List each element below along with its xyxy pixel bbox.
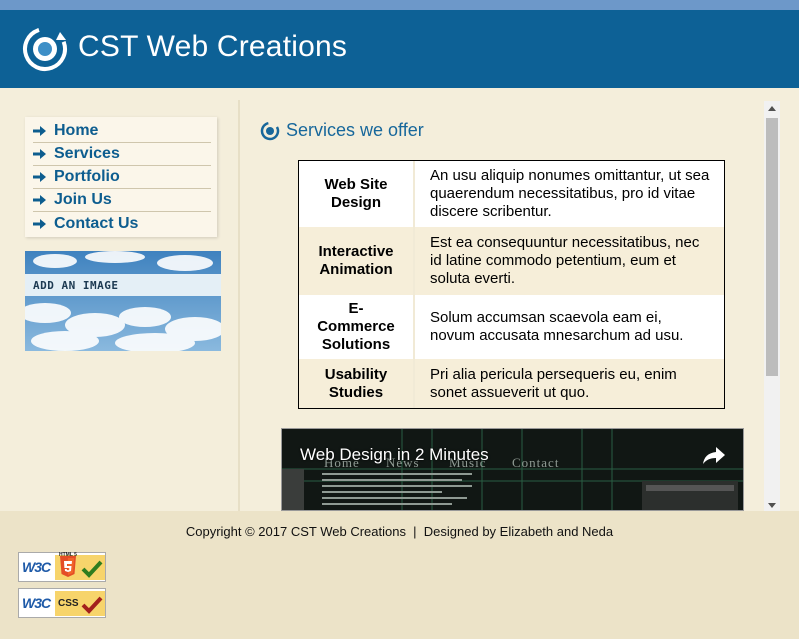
scrollbar-thumb[interactable] (766, 118, 778, 376)
video-title[interactable]: Web Design in 2 Minutes (300, 445, 489, 465)
nav-label: Join Us (54, 191, 112, 208)
nav-item-portfolio[interactable]: Portfolio (33, 166, 211, 189)
arrow-right-icon (33, 195, 46, 205)
sidebar-nav: Home Services Portfolio Join Us Contact … (25, 117, 217, 237)
ad-banner: ADD AN IMAGE (25, 274, 221, 296)
table-row: E-Commerce Solutions Solum accumsan scae… (299, 295, 724, 359)
badge-block: CSS (55, 591, 105, 616)
badge-block (55, 555, 105, 580)
nav-item-home[interactable]: Home (33, 120, 211, 143)
w3c-logo-text: W3C (22, 595, 51, 611)
site-logo-icon (23, 27, 67, 71)
service-name: Web Site Design (299, 161, 415, 227)
services-table: Web Site Design An usu aliquip nonumes o… (298, 160, 725, 409)
nav-item-services[interactable]: Services (33, 143, 211, 166)
sidebar-divider (238, 100, 240, 511)
checkmark-icon (81, 560, 103, 578)
arrow-right-icon (33, 149, 46, 159)
video-menu-contact: Contact (512, 455, 560, 470)
sky-clouds-image (25, 251, 221, 351)
badge-right-label: CSS (58, 598, 79, 609)
share-icon[interactable] (702, 445, 726, 465)
ad-text: ADD AN IMAGE (33, 278, 119, 292)
w3c-css-badge[interactable]: W3C CSS (18, 588, 106, 618)
w3c-html5-badge[interactable]: W3C HTML 5 (18, 552, 106, 582)
table-row: Interactive Animation Est ea consequuntu… (299, 227, 724, 295)
service-description: Pri alia pericula persequeris eu, enim s… (430, 365, 677, 401)
table-row: Web Site Design An usu aliquip nonumes o… (299, 161, 724, 227)
scroll-down-icon[interactable] (767, 502, 777, 510)
page-title: Services we offer (286, 120, 424, 140)
table-row: Usability Studies Pri alia pericula pers… (299, 359, 724, 408)
embedded-video[interactable]: Home News Music Contact Web Design in 2 … (281, 428, 744, 511)
service-description: Solum accumsan scaevola eam ei, novum ac… (430, 309, 684, 344)
top-strip (0, 0, 799, 10)
service-name: Interactive Animation (299, 227, 415, 295)
badge-right-label: HTML 5 (59, 552, 77, 558)
ad-image-placeholder: ADD AN IMAGE (25, 251, 221, 351)
site-header: CST Web Creations (0, 10, 799, 88)
nav-label: Portfolio (54, 168, 120, 185)
nav-item-contact-us[interactable]: Contact Us (33, 212, 211, 235)
section-bullet-icon (260, 121, 280, 140)
scroll-up-icon[interactable] (767, 104, 777, 112)
nav-label: Services (54, 145, 120, 162)
arrow-right-icon (33, 218, 46, 229)
nav-label: Contact Us (54, 214, 139, 232)
service-description: Est ea consequuntur necessitatibus, nec … (430, 234, 700, 287)
w3c-logo-text: W3C (22, 559, 51, 575)
html5-shield-icon (60, 556, 76, 577)
arrow-right-icon (33, 172, 46, 182)
nav-item-join-us[interactable]: Join Us (33, 189, 211, 212)
section-heading: Services we offer (260, 120, 424, 141)
service-description: An usu aliquip nonumes omittantur, ut se… (430, 167, 710, 220)
nav-label: Home (54, 122, 99, 139)
checkmark-icon (81, 596, 103, 614)
site-title[interactable]: CST Web Creations (78, 30, 347, 64)
service-name: E-Commerce Solutions (299, 295, 415, 359)
copyright-text: Copyright © 2017 CST Web Creations | Des… (185, 524, 614, 539)
service-name: Usability Studies (299, 359, 415, 408)
arrow-right-icon (33, 126, 46, 136)
